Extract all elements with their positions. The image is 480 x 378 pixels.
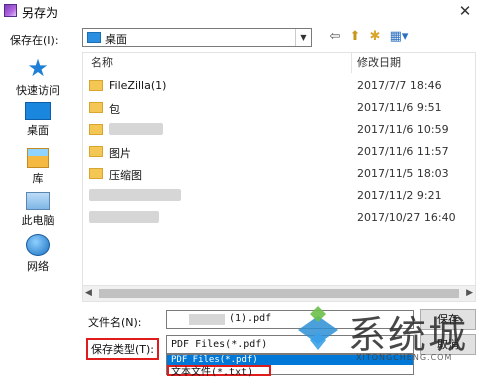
file-date: 2017/11/2 9:21 — [357, 189, 442, 202]
nav-label: 库 — [32, 172, 44, 185]
filetype-option-txt[interactable]: 文本文件(*.txt) — [167, 365, 271, 378]
redacted-name — [89, 211, 159, 223]
back-icon[interactable]: ⇦ — [326, 28, 344, 46]
star-icon: ★ — [27, 54, 49, 82]
file-date: 2017/11/6 10:59 — [357, 123, 449, 136]
file-date: 2017/10/27 16:40 — [357, 211, 456, 224]
watermark-text: 系统城 — [348, 313, 469, 357]
list-item[interactable]: 压缩图 2017/11/5 18:03 — [83, 163, 475, 185]
folder-icon — [89, 102, 103, 113]
library-icon — [27, 148, 49, 168]
nav-this-pc[interactable]: 此电脑 — [8, 192, 68, 228]
watermark-url: XITONGCHENG.COM — [356, 353, 453, 362]
nav-label: 网络 — [27, 260, 49, 273]
filename-label: 文件名(N): — [88, 316, 142, 329]
nav-label: 此电脑 — [21, 214, 55, 227]
file-name: 包 — [109, 103, 120, 116]
scroll-left-icon[interactable]: ◀ — [85, 288, 92, 298]
folder-icon — [89, 80, 103, 91]
scrollbar-thumb[interactable] — [99, 289, 459, 298]
watermark-logo-icon — [298, 306, 338, 350]
file-name: 压缩图 — [109, 169, 142, 182]
nav-quick-access[interactable]: ★ 快速访问 — [8, 56, 68, 98]
nav-desktop[interactable]: 桌面 — [8, 102, 68, 138]
title-bar: 另存为 ✕ — [0, 0, 480, 22]
redacted-name — [109, 123, 163, 135]
desktop-folder-icon — [87, 32, 101, 43]
filename-value: (1).pdf — [229, 313, 272, 324]
redacted-name — [89, 189, 181, 201]
new-folder-icon[interactable]: ✱ — [366, 28, 384, 46]
computer-icon — [26, 192, 50, 210]
window-title: 另存为 — [22, 6, 59, 20]
save-in-label: 保存在(I): — [10, 34, 59, 47]
folder-icon — [89, 146, 103, 157]
horizontal-scrollbar[interactable]: ◀ ▶ — [83, 285, 475, 301]
list-item[interactable]: 图片 2017/11/6 11:57 — [83, 141, 475, 163]
network-icon — [26, 234, 50, 256]
app-icon — [4, 4, 17, 17]
location-combo[interactable]: 桌面 ▼ — [82, 28, 312, 47]
nav-library[interactable]: 库 — [8, 148, 68, 186]
up-folder-icon[interactable]: ⬆ — [346, 28, 364, 46]
desktop-icon — [25, 102, 51, 120]
chevron-down-icon[interactable]: ▼ — [295, 29, 311, 46]
location-value: 桌面 — [105, 33, 127, 46]
column-header-date[interactable]: 修改日期 — [357, 53, 401, 73]
list-item[interactable]: FileZilla(1) 2017/7/7 18:46 — [83, 75, 475, 97]
folder-icon — [89, 168, 103, 179]
filetype-value: PDF Files(*.pdf) — [171, 339, 268, 350]
list-item[interactable]: 2017/10/27 16:40 — [83, 207, 475, 229]
file-date: 2017/11/6 9:51 — [357, 101, 442, 114]
scroll-right-icon[interactable]: ▶ — [466, 288, 473, 298]
nav-label: 快速访问 — [16, 84, 60, 97]
list-item[interactable]: 包 2017/11/6 9:51 — [83, 97, 475, 119]
redacted-name — [189, 314, 225, 325]
file-name: FileZilla(1) — [109, 79, 167, 92]
column-header-name[interactable]: 名称 — [91, 53, 113, 73]
filetype-label: 保存类型(T): — [86, 338, 160, 360]
view-menu-icon[interactable]: ▦▾ — [386, 28, 412, 46]
nav-network[interactable]: 网络 — [8, 234, 68, 274]
save-as-dialog: 另存为 ✕ 保存在(I): 桌面 ▼ ⇦ ⬆ ✱ ▦▾ ★ 快速访问 桌面 库 … — [0, 0, 480, 378]
close-button[interactable]: ✕ — [454, 1, 476, 21]
folder-icon — [89, 124, 103, 135]
file-name: 图片 — [109, 147, 131, 160]
file-list[interactable]: 名称 修改日期 FileZilla(1) 2017/7/7 18:46 包 20… — [82, 52, 476, 302]
file-date: 2017/7/7 18:46 — [357, 79, 442, 92]
file-date: 2017/11/6 11:57 — [357, 145, 449, 158]
list-item[interactable]: 2017/11/2 9:21 — [83, 185, 475, 207]
nav-label: 桌面 — [27, 124, 49, 137]
list-item[interactable]: 2017/11/6 10:59 — [83, 119, 475, 141]
column-divider[interactable] — [351, 53, 352, 73]
file-date: 2017/11/5 18:03 — [357, 167, 449, 180]
